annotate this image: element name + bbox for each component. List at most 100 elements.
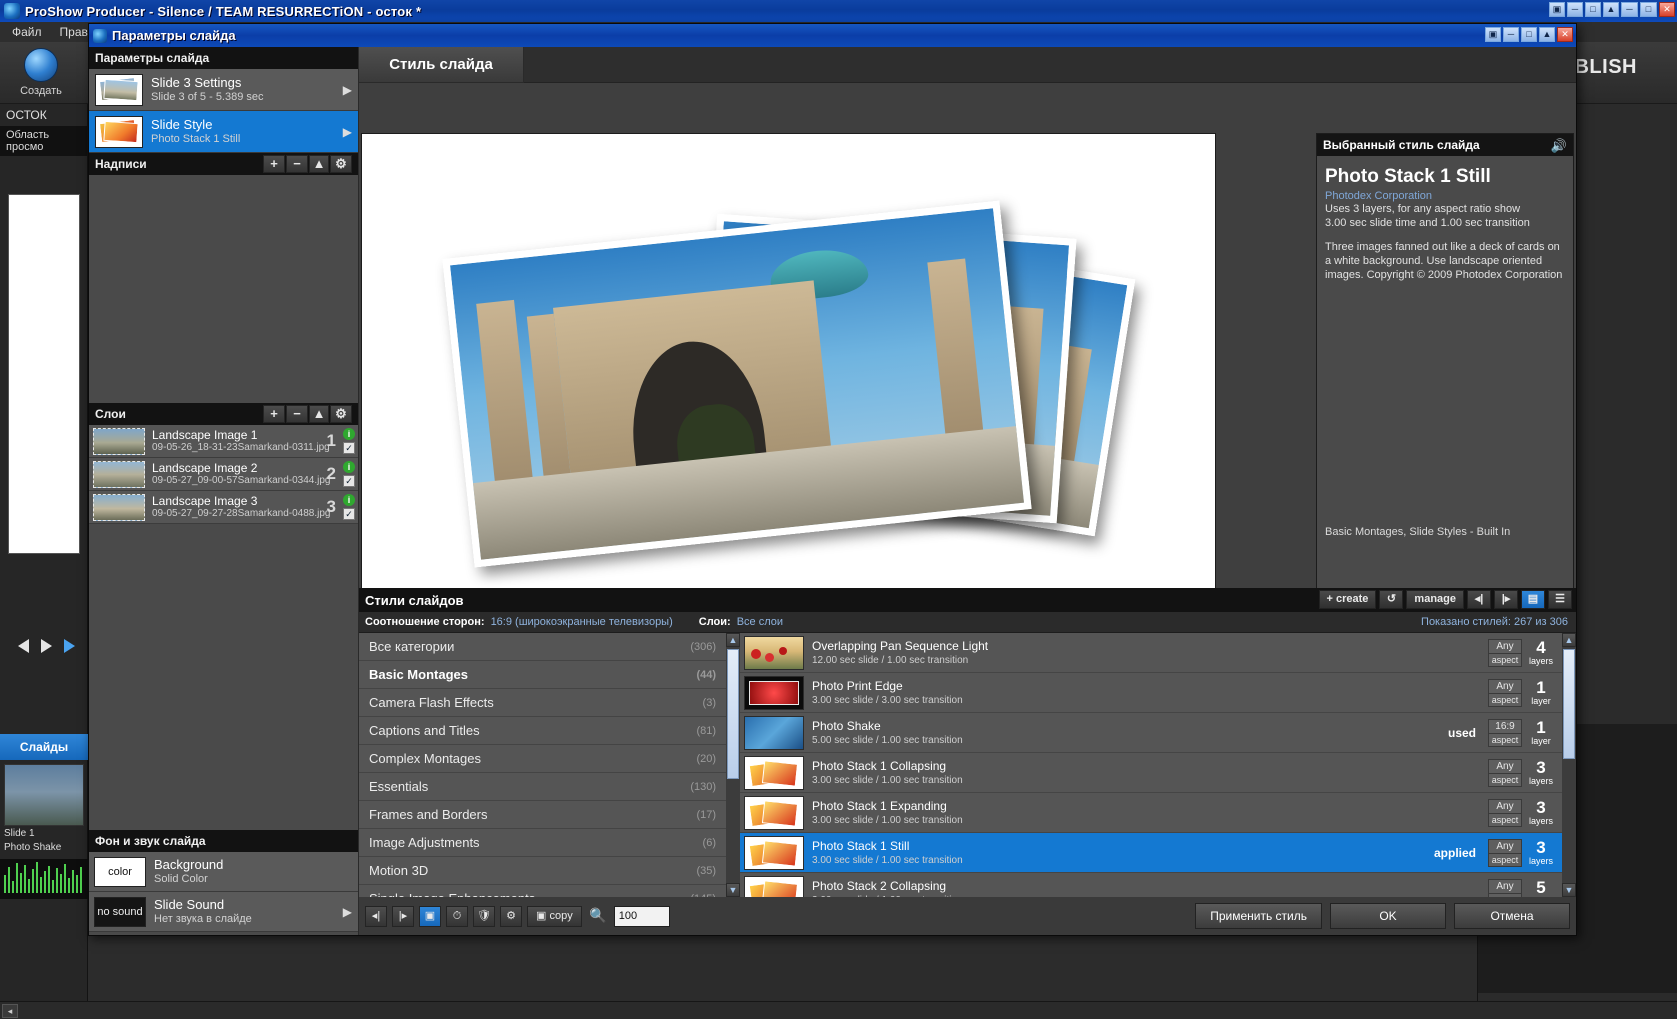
scroll-down-icon[interactable]: ▼ — [726, 883, 740, 897]
style-list-scrollbar[interactable]: ▲ ▼ — [1562, 633, 1576, 897]
slide-preview-canvas[interactable] — [361, 133, 1216, 611]
category-row[interactable]: Frames and Borders (17) — [359, 801, 726, 829]
ok-button[interactable]: OK — [1330, 903, 1446, 929]
menu-file[interactable]: Файл — [12, 25, 42, 39]
preview-mode-icon[interactable]: ▣ — [419, 905, 441, 927]
dialog-left-column: Параметры слайда Slide 3 Settings Slide … — [89, 47, 359, 935]
slide-sound-chip[interactable]: no sound — [94, 896, 146, 927]
layer-visible-checkbox[interactable]: ✓ — [343, 475, 355, 487]
slide-settings-item[interactable]: Slide 3 Settings Slide 3 of 5 - 5.389 se… — [89, 69, 358, 111]
category-row[interactable]: Все категории (306) — [359, 633, 726, 661]
dialog-window-buttons[interactable]: ▣ ─ □ ▲ ✕ — [1485, 27, 1573, 42]
dialog-rollup-icon[interactable]: ▲ — [1539, 27, 1555, 42]
play-icon[interactable] — [64, 639, 75, 653]
zoom-input[interactable]: 100 — [613, 905, 670, 927]
layers-filter-value[interactable]: Все слои — [737, 616, 783, 628]
statusbar-scroll-left-icon[interactable]: ◂ — [2, 1003, 18, 1018]
style-row[interactable]: Photo Shake 5.00 sec slide / 1.00 sec tr… — [740, 713, 1562, 753]
style-row[interactable]: Overlapping Pan Sequence Light 12.00 sec… — [740, 633, 1562, 673]
previous-style-icon[interactable]: ◂| — [1467, 590, 1491, 609]
copy-button[interactable]: ▣ copy — [527, 905, 582, 927]
layer-visible-checkbox[interactable]: ✓ — [343, 442, 355, 454]
step-forward-icon[interactable]: |▸ — [392, 905, 414, 927]
next-style-icon[interactable]: |▸ — [1494, 590, 1518, 609]
app-maximize-icon[interactable]: □ — [1640, 2, 1657, 17]
slide-list-item[interactable]: Slide 1 Photo Shake — [4, 764, 84, 854]
dialog-maximize-icon[interactable]: □ — [1521, 27, 1537, 42]
search-icon[interactable]: 🔍 — [587, 906, 609, 927]
style-row-selected[interactable]: Photo Stack 1 Still 3.00 sec slide / 1.0… — [740, 833, 1562, 873]
speaker-icon[interactable]: 🔊 — [1551, 138, 1567, 154]
category-row[interactable]: Essentials (130) — [359, 773, 726, 801]
style-row[interactable]: Photo Stack 2 Collapsing 3.00 sec slide … — [740, 873, 1562, 897]
layer-visible-checkbox[interactable]: ✓ — [343, 508, 355, 520]
aspect-filter-value[interactable]: 16:9 (широкоэкранные телевизоры) — [491, 616, 673, 628]
scroll-up-icon[interactable]: ▲ — [1562, 633, 1576, 647]
add-layer-button[interactable]: + — [263, 405, 285, 423]
gear-icon[interactable]: ⚙ — [500, 905, 522, 927]
layer-info-icon[interactable]: i — [343, 428, 355, 440]
category-row[interactable]: Complex Montages (20) — [359, 745, 726, 773]
apply-style-button[interactable]: Применить стиль — [1195, 903, 1322, 929]
next-icon[interactable] — [41, 639, 52, 653]
category-row[interactable]: Image Adjustments (6) — [359, 829, 726, 857]
dialog-close-icon[interactable]: ✕ — [1557, 27, 1573, 42]
caption-settings-gear-icon[interactable]: ⚙ — [330, 155, 352, 173]
transport-controls[interactable] — [18, 639, 75, 653]
tab-slides[interactable]: Слайды — [0, 734, 88, 760]
category-row[interactable]: Basic Montages (44) — [359, 661, 726, 689]
dialog-restore-icon[interactable]: ▣ — [1485, 27, 1501, 42]
rollup-icon[interactable]: ▲ — [1603, 2, 1619, 17]
style-list[interactable]: Overlapping Pan Sequence Light 12.00 sec… — [740, 633, 1562, 897]
manage-styles-button[interactable]: manage — [1406, 590, 1464, 609]
remove-caption-button[interactable]: − — [286, 155, 308, 173]
layer-row[interactable]: Landscape Image 2 09-05-27_09-00-57Samar… — [89, 458, 358, 491]
chevron-right-icon[interactable]: ▶ — [343, 125, 352, 139]
add-caption-button[interactable]: + — [263, 155, 285, 173]
category-row[interactable]: Single Image Enhancements (145) — [359, 885, 726, 897]
layer-row[interactable]: Landscape Image 3 09-05-27_09-27-28Samar… — [89, 491, 358, 524]
scroll-down-icon[interactable]: ▼ — [1562, 883, 1576, 897]
background-row[interactable]: color Background Solid Color — [89, 852, 358, 892]
layer-info-icon[interactable]: i — [343, 494, 355, 506]
category-list[interactable]: Все категории (306) Basic Montages (44) … — [359, 633, 726, 897]
scroll-up-icon[interactable]: ▲ — [726, 633, 740, 647]
category-row[interactable]: Camera Flash Effects (3) — [359, 689, 726, 717]
category-scrollbar[interactable]: ▲ ▼ — [726, 633, 740, 897]
remove-layer-button[interactable]: − — [286, 405, 308, 423]
step-back-icon[interactable]: ◂| — [365, 905, 387, 927]
view-detail-icon[interactable]: ▤ — [1521, 590, 1545, 609]
app-window-buttons[interactable]: ▣ ─ □ ▲ ─ □ ✕ — [1549, 2, 1675, 17]
chevron-right-icon[interactable]: ▶ — [343, 83, 352, 97]
layer-settings-gear-icon[interactable]: ⚙ — [330, 405, 352, 423]
layer-info-icon[interactable]: i — [343, 461, 355, 473]
style-row[interactable]: Photo Stack 1 Collapsing 3.00 sec slide … — [740, 753, 1562, 793]
reorder-caption-button[interactable]: ▲ — [309, 155, 329, 173]
category-row[interactable]: Captions and Titles (81) — [359, 717, 726, 745]
reorder-layer-button[interactable]: ▲ — [309, 405, 329, 423]
refresh-icon[interactable]: ↺ — [1379, 590, 1404, 609]
layer-row[interactable]: Landscape Image 1 09-05-26_18-31-23Samar… — [89, 425, 358, 458]
previous-icon[interactable] — [18, 639, 29, 653]
clock-icon[interactable]: ⏱ — [446, 905, 468, 927]
restore-all-icon[interactable]: ▣ — [1549, 2, 1565, 17]
style-row[interactable]: Photo Stack 1 Expanding 3.00 sec slide /… — [740, 793, 1562, 833]
background-color-chip[interactable]: color — [94, 856, 146, 887]
create-style-button[interactable]: + create — [1318, 590, 1377, 609]
slide-sound-row[interactable]: no sound Slide Sound Нет звука в слайде … — [89, 892, 358, 932]
view-list-icon[interactable]: ☰ — [1548, 590, 1572, 609]
app-minimize-icon[interactable]: ─ — [1621, 2, 1638, 17]
style-row[interactable]: Photo Print Edge 3.00 sec slide / 3.00 s… — [740, 673, 1562, 713]
app-close-icon[interactable]: ✕ — [1659, 2, 1675, 17]
toolbar-button-create[interactable]: Создать — [10, 48, 72, 97]
slide-style-item[interactable]: Slide Style Photo Stack 1 Still ▶ — [89, 111, 358, 153]
cancel-button[interactable]: Отмена — [1454, 903, 1570, 929]
maximize-icon[interactable]: □ — [1585, 2, 1601, 17]
shield-icon[interactable]: 🛡 — [473, 905, 495, 927]
chevron-right-icon[interactable]: ▶ — [343, 905, 352, 919]
tab-slide-style[interactable]: Стиль слайда — [359, 47, 524, 83]
dialog-minimize-icon[interactable]: ─ — [1503, 27, 1519, 42]
minimize-icon[interactable]: ─ — [1567, 2, 1583, 17]
category-row[interactable]: Motion 3D (35) — [359, 857, 726, 885]
dialog-icon — [93, 28, 107, 43]
